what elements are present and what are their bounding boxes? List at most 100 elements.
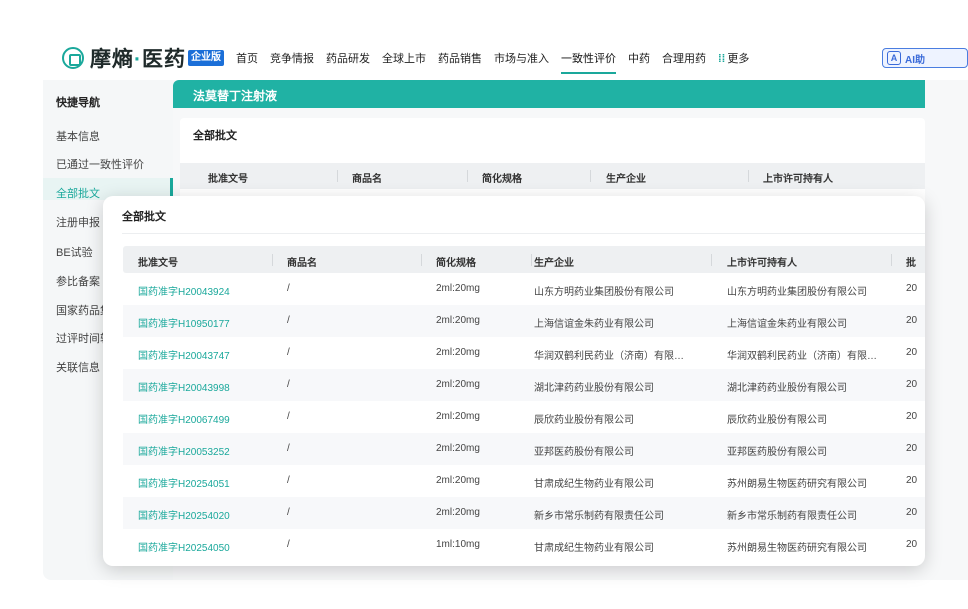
table-cell: 20 xyxy=(906,379,918,390)
nav-item[interactable]: 竞争情报 xyxy=(270,52,314,66)
approval-number-link[interactable]: 国药准字H10950177 xyxy=(138,315,268,330)
background-column-header: 批准文号 xyxy=(208,174,248,185)
edition-badge: 企业版 xyxy=(188,50,224,66)
table-cell: 20 xyxy=(906,347,918,358)
nav-item[interactable]: 中药 xyxy=(628,52,650,66)
column-divider xyxy=(748,170,749,182)
sidebar-item[interactable]: 注册申报 xyxy=(56,214,100,230)
column-divider xyxy=(467,170,468,182)
column-divider xyxy=(711,254,712,266)
table-cell: 2ml:20mg xyxy=(436,283,480,294)
drug-title: 法莫替丁注射液 xyxy=(193,89,278,103)
table-cell: 山东方明药业集团股份有限公司 xyxy=(727,287,867,298)
table-row: 国药准字H20043924 / 2ml:20mg 山东方明药业集团股份有限公司 山东方明… xyxy=(123,273,925,305)
sidebar-item[interactable]: 已通过一致性评价 xyxy=(56,156,144,172)
ai-assistant-button[interactable]: A AI助 xyxy=(882,48,968,68)
table-cell: 山东方明药业集团股份有限公司 xyxy=(534,287,674,298)
column-header[interactable]: 生产企业 xyxy=(534,254,574,269)
table-header: 批准文号 商品名 简化规格 生产企业 上市许可持有人 批 xyxy=(123,246,925,273)
table-cell: 20 xyxy=(906,315,918,326)
table-cell: / xyxy=(287,475,290,486)
approval-number-link[interactable]: 国药准字H20254020 xyxy=(138,507,268,522)
background-table-header: 批准文号 商品名 简化规格 生产企业 上市许可持有人 xyxy=(180,163,925,189)
table-cell: 2ml:20mg xyxy=(436,507,480,518)
approval-number-link[interactable]: 国药准字H20043998 xyxy=(138,379,268,394)
table-cell: 1ml:10mg xyxy=(436,539,480,550)
sidebar-item[interactable]: 基本信息 xyxy=(56,128,100,144)
nav-item[interactable]: 全球上市 xyxy=(382,52,426,66)
approval-number-link[interactable]: 国药准字H20043924 xyxy=(138,283,268,298)
table-cell: 2ml:20mg xyxy=(436,411,480,422)
table-cell: 新乡市常乐制药有限责任公司 xyxy=(534,511,664,522)
ai-icon: A xyxy=(887,51,901,65)
table-cell: 2ml:20mg xyxy=(436,443,480,454)
table-row: 国药准字H20053252 / 2ml:20mg 亚邦医药股份有限公司 亚邦医药股份有限… xyxy=(123,433,925,465)
column-divider xyxy=(272,254,273,266)
table-row: 国药准字H20254051 / 2ml:20mg 甘肃成纪生物药业有限公司 苏州朗易生物… xyxy=(123,465,925,497)
brand-logo[interactable]: 摩熵·医药 企业版 xyxy=(62,44,224,72)
column-header[interactable]: 简化规格 xyxy=(436,254,476,269)
table-cell: 辰欣药业股份有限公司 xyxy=(534,415,634,426)
nav-item[interactable]: 首页 xyxy=(236,52,258,66)
modal-divider xyxy=(122,233,925,234)
nav-item[interactable]: 合理用药 xyxy=(662,52,706,66)
approval-number-link[interactable]: 国药准字H20053252 xyxy=(138,443,268,458)
column-header[interactable]: 批 xyxy=(906,254,916,269)
table-row: 国药准字H20043747 / 2ml:20mg 华润双鹤利民药业（济南）有限… 华润双… xyxy=(123,337,925,369)
sidebar-item[interactable]: 参比备案 xyxy=(56,273,100,289)
table-cell: 甘肃成纪生物药业有限公司 xyxy=(534,479,654,490)
approval-number-link[interactable]: 国药准字H20254051 xyxy=(138,475,268,490)
brand-name: 摩熵·医药 xyxy=(90,48,186,71)
sidebar-title: 快捷导航 xyxy=(56,97,100,109)
top-header: 摩熵·医药 企业版 首页 竞争情报 药品研发 全球上市 药品销售 市场与准入 一致性评价 中药… xyxy=(0,36,968,80)
table-cell: 2ml:20mg xyxy=(436,475,480,486)
table-cell: 亚邦医药股份有限公司 xyxy=(534,447,634,458)
table-cell: 苏州朗易生物医药研究有限公司 xyxy=(727,479,867,490)
nav-item[interactable]: 药品销售 xyxy=(438,52,482,66)
ai-label: AI助 xyxy=(905,54,925,66)
approval-number-link[interactable]: 国药准字H20067499 xyxy=(138,411,268,426)
approval-number-link[interactable]: 国药准字H20043747 xyxy=(138,347,268,362)
table-row: 国药准字H20043998 / 2ml:20mg 湖北津药药业股份有限公司 湖北津药药业… xyxy=(123,369,925,401)
nav-item[interactable]: 一致性评价 xyxy=(561,52,616,74)
column-header[interactable]: 商品名 xyxy=(287,254,317,269)
nav-more-menu[interactable]: ⁞⁞ 更多 xyxy=(718,52,749,66)
drug-title-bar: 法莫替丁注射液 xyxy=(173,80,925,108)
table-cell: 2ml:20mg xyxy=(436,347,480,358)
sidebar-item[interactable]: BE试验 xyxy=(56,244,93,260)
column-header[interactable]: 上市许可持有人 xyxy=(727,254,797,269)
approval-number-link[interactable]: 国药准字H20254050 xyxy=(138,539,268,554)
table-row: 国药准字H20254020 / 2ml:20mg 新乡市常乐制药有限责任公司 新乡市常乐… xyxy=(123,497,925,529)
table-body: 国药准字H20043924 / 2ml:20mg 山东方明药业集团股份有限公司 山东方明… xyxy=(123,273,925,561)
table-cell: 湖北津药药业股份有限公司 xyxy=(727,383,847,394)
table-cell: 2ml:20mg xyxy=(436,379,480,390)
table-cell: 甘肃成纪生物药业有限公司 xyxy=(534,543,654,554)
table-cell: 20 xyxy=(906,507,918,518)
table-cell: 20 xyxy=(906,283,918,294)
sidebar-item[interactable]: 全部批文 xyxy=(56,185,100,201)
sidebar-item[interactable]: 关联信息 xyxy=(56,359,100,375)
table-cell: 苏州朗易生物医药研究有限公司 xyxy=(727,543,867,554)
background-card-title: 全部批文 xyxy=(193,130,237,142)
approvals-table: 批准文号 商品名 简化规格 生产企业 上市许可持有人 批 国药准字H20043924 / 2m… xyxy=(123,246,925,561)
table-cell: / xyxy=(287,507,290,518)
modal-title: 全部批文 xyxy=(122,211,166,223)
nav-item[interactable]: 市场与准入 xyxy=(494,52,549,66)
table-cell: / xyxy=(287,347,290,358)
page: 摩熵·医药 企业版 首页 竞争情报 药品研发 全球上市 药品销售 市场与准入 一致性评价 中药… xyxy=(0,0,968,609)
table-cell: 上海信谊金朱药业有限公司 xyxy=(727,319,847,330)
column-header[interactable]: 批准文号 xyxy=(138,254,178,269)
table-cell: 上海信谊金朱药业有限公司 xyxy=(534,319,654,330)
table-cell: 2ml:20mg xyxy=(436,315,480,326)
table-cell: 华润双鹤利民药业（济南）有限… xyxy=(727,351,877,362)
nav-item[interactable]: 药品研发 xyxy=(326,52,370,66)
table-cell: / xyxy=(287,539,290,550)
main-nav: 首页 竞争情报 药品研发 全球上市 药品销售 市场与准入 一致性评价 中药 合理用药 ⁞⁞ 更多 xyxy=(236,52,761,74)
table-cell: / xyxy=(287,315,290,326)
table-cell: 新乡市常乐制药有限责任公司 xyxy=(727,511,857,522)
table-cell: / xyxy=(287,443,290,454)
table-cell: 亚邦医药股份有限公司 xyxy=(727,447,827,458)
column-divider xyxy=(337,170,338,182)
table-cell: 辰欣药业股份有限公司 xyxy=(727,415,827,426)
table-cell: 华润双鹤利民药业（济南）有限… xyxy=(534,351,684,362)
